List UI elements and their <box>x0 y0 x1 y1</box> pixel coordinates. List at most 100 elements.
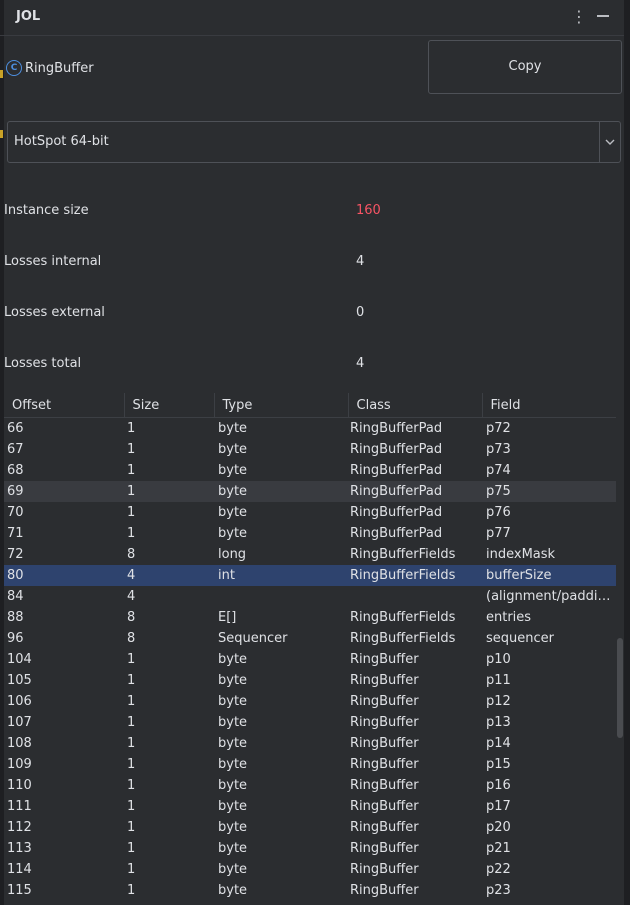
type-cell: byte <box>218 673 248 688</box>
offset-cell: 67 <box>7 442 24 457</box>
class-cell: RingBuffer <box>350 841 419 856</box>
losses-external-label: Losses external <box>4 305 105 320</box>
class-cell: RingBuffer <box>350 715 419 730</box>
size-cell: 1 <box>127 652 136 667</box>
table-row[interactable]: 68 1 byte RingBufferPad p74 <box>4 460 616 481</box>
class-name: RingBuffer <box>25 60 94 76</box>
column-header-size[interactable]: Size <box>124 393 215 418</box>
table-row[interactable]: 114 1 byte RingBuffer p22 <box>4 859 616 880</box>
layout-table: Offset Size Type Class Field 66 1 byte Ring… <box>4 393 616 901</box>
table-row[interactable]: 96 8 Sequencer RingBufferFields sequencer <box>4 628 616 649</box>
type-cell: byte <box>218 862 248 877</box>
column-header-offset[interactable]: Offset <box>4 393 125 418</box>
class-cell: RingBuffer <box>350 862 419 877</box>
chevron-down-icon[interactable] <box>599 122 620 162</box>
class-cell: RingBuffer <box>350 820 419 835</box>
table-row[interactable]: 104 1 byte RingBuffer p10 <box>4 649 616 670</box>
class-cell: RingBuffer <box>350 799 419 814</box>
table-scrollbar[interactable] <box>617 638 623 738</box>
size-cell: 1 <box>127 883 136 898</box>
size-cell: 1 <box>127 841 136 856</box>
table-row[interactable]: 107 1 byte RingBuffer p13 <box>4 712 616 733</box>
column-header-type[interactable]: Type <box>214 393 349 418</box>
table-row[interactable]: 109 1 byte RingBuffer p15 <box>4 754 616 775</box>
vm-model-value: HotSpot 64-bit <box>14 134 109 149</box>
field-cell: p20 <box>486 820 511 835</box>
size-cell: 8 <box>127 547 136 562</box>
class-cell: RingBufferPad <box>350 526 443 541</box>
field-cell: sequencer <box>486 631 554 646</box>
table-row[interactable]: 88 8 E[] RingBufferFields entries <box>4 607 616 628</box>
class-cell: RingBuffer <box>350 883 419 898</box>
class-cell <box>348 586 482 607</box>
table-row[interactable]: 70 1 byte RingBufferPad p76 <box>4 502 616 523</box>
offset-cell: 114 <box>7 862 32 877</box>
field-cell: p73 <box>486 442 511 457</box>
type-cell: byte <box>218 841 248 856</box>
class-cell: RingBufferFields <box>348 565 482 586</box>
field-cell: p21 <box>486 841 511 856</box>
panel-title: JOL <box>16 9 41 24</box>
table-row[interactable]: 113 1 byte RingBuffer p21 <box>4 838 616 859</box>
type-cell: long <box>218 547 247 562</box>
type-cell: byte <box>218 736 248 751</box>
column-header-class[interactable]: Class <box>348 393 483 418</box>
size-cell: 4 <box>127 589 136 604</box>
window-edge <box>624 0 630 905</box>
offset-cell: 108 <box>7 736 32 751</box>
offset-cell: 66 <box>7 421 24 436</box>
type-cell: byte <box>218 820 248 835</box>
table-row[interactable]: 105 1 byte RingBuffer p11 <box>4 670 616 691</box>
type-cell <box>214 586 348 607</box>
type-cell: byte <box>218 652 248 667</box>
offset-cell: 69 <box>4 481 124 502</box>
table-header-row: Offset Size Type Class Field <box>4 393 616 418</box>
more-vertical-icon[interactable]: ⋮ <box>571 8 587 26</box>
field-cell: p13 <box>486 715 511 730</box>
field-cell: p72 <box>486 421 511 436</box>
field-cell: bufferSize <box>482 565 616 586</box>
instance-size-value: 160 <box>356 203 381 218</box>
class-cell: RingBuffer <box>350 652 419 667</box>
offset-cell: 80 <box>4 565 124 586</box>
column-header-field[interactable]: Field <box>482 393 616 418</box>
table-row[interactable]: 115 1 byte RingBuffer p23 <box>4 880 616 901</box>
offset-cell: 96 <box>7 631 24 646</box>
table-row[interactable]: 84 4 (alignment/paddin... <box>4 586 616 607</box>
class-header: C RingBuffer <box>6 58 94 78</box>
class-cell: RingBuffer <box>350 736 419 751</box>
table-row[interactable]: 69 1 byte RingBufferPad p75 <box>4 481 616 502</box>
losses-total-value: 4 <box>356 356 365 371</box>
table-row[interactable]: 67 1 byte RingBufferPad p73 <box>4 439 616 460</box>
class-cell: RingBufferPad <box>350 421 443 436</box>
table-row[interactable]: 110 1 byte RingBuffer p16 <box>4 775 616 796</box>
class-cell: RingBufferFields <box>350 547 456 562</box>
type-cell: byte <box>218 799 248 814</box>
type-cell: byte <box>218 715 248 730</box>
size-cell: 1 <box>127 421 136 436</box>
table-row[interactable]: 80 4 int RingBufferFields bufferSize <box>4 565 616 586</box>
table-row[interactable]: 111 1 byte RingBuffer p17 <box>4 796 616 817</box>
copy-button[interactable]: Copy <box>428 40 622 94</box>
size-cell: 1 <box>127 463 136 478</box>
minimize-icon[interactable] <box>597 15 609 17</box>
layout-table-container: Offset Size Type Class Field 66 1 byte Ring… <box>4 393 616 905</box>
table-row[interactable]: 108 1 byte RingBuffer p14 <box>4 733 616 754</box>
type-cell: byte <box>218 526 248 541</box>
table-row[interactable]: 112 1 byte RingBuffer p20 <box>4 817 616 838</box>
table-row[interactable]: 106 1 byte RingBuffer p12 <box>4 691 616 712</box>
size-cell: 1 <box>127 715 136 730</box>
losses-internal-label: Losses internal <box>4 254 102 269</box>
vm-model-select[interactable]: HotSpot 64-bit <box>7 121 621 163</box>
offset-cell: 88 <box>7 610 24 625</box>
type-cell: byte <box>218 778 248 793</box>
field-cell: p74 <box>486 463 511 478</box>
size-cell: 1 <box>127 778 136 793</box>
type-cell: byte <box>218 442 248 457</box>
table-row[interactable]: 72 8 long RingBufferFields indexMask <box>4 544 616 565</box>
class-cell: RingBuffer <box>350 778 419 793</box>
field-cell: p12 <box>486 694 511 709</box>
offset-cell: 112 <box>7 820 32 835</box>
table-row[interactable]: 71 1 byte RingBufferPad p77 <box>4 523 616 544</box>
table-row[interactable]: 66 1 byte RingBufferPad p72 <box>4 418 616 440</box>
